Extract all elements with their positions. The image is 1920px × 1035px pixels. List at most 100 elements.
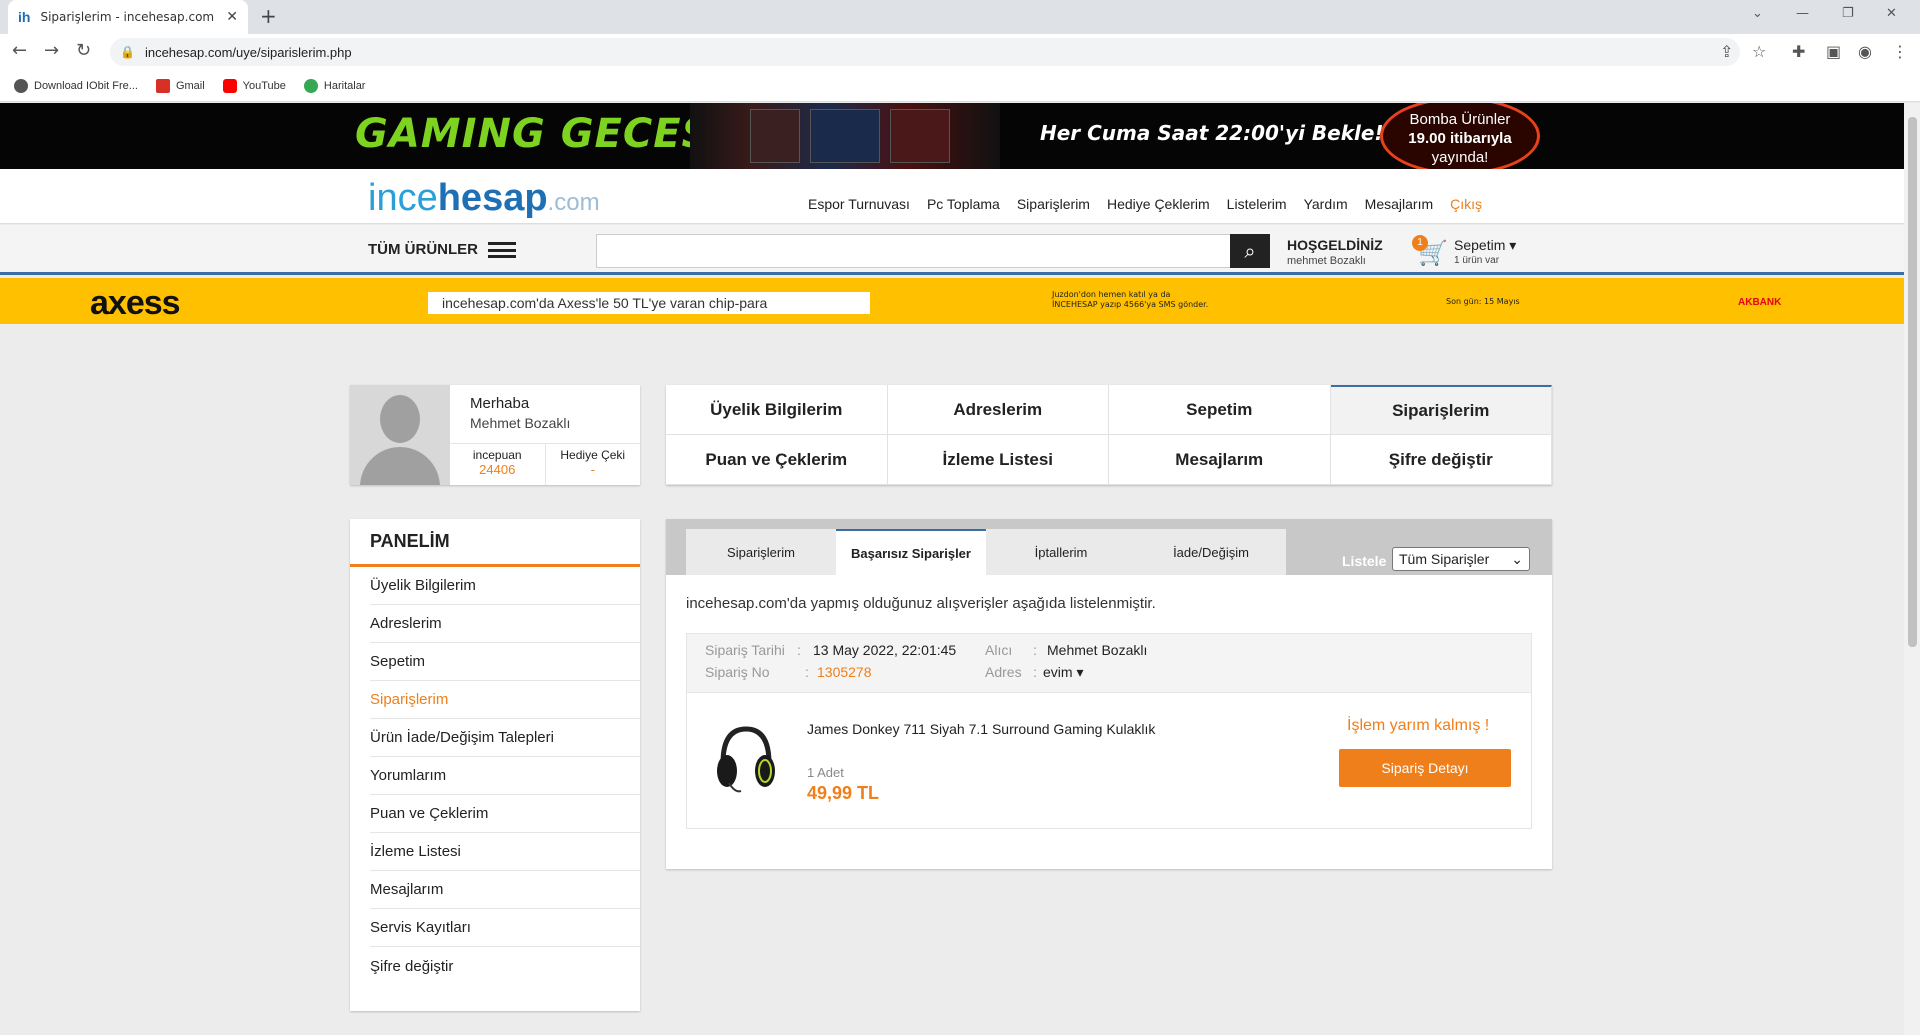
sidebar-item-adreslerim[interactable]: Adreslerim	[370, 605, 640, 643]
maps-icon	[303, 78, 318, 93]
scrollbar-thumb[interactable]	[1908, 117, 1917, 647]
site-favicon-icon: ih	[18, 9, 31, 25]
tab-search-icon[interactable]: ⌄	[1752, 6, 1763, 21]
profile-icon[interactable]: ◉	[1858, 42, 1872, 61]
gaming-monitor-image	[890, 109, 950, 163]
lock-icon: 🔒	[120, 45, 135, 59]
all-products-menu[interactable]: TÜM ÜRÜNLER	[368, 241, 516, 258]
incepuan-stat[interactable]: incepuan 24406	[450, 444, 545, 485]
forward-icon[interactable]: →	[44, 40, 59, 61]
account-link-izleme[interactable]: İzleme Listesi	[887, 435, 1109, 485]
gaming-night-banner[interactable]: GAMING GECESİ Her Cuma Saat 22:00'yi Bek…	[0, 103, 1904, 169]
bookmarks-bar: Download IObit Fre... Gmail YouTube Hari…	[0, 70, 1920, 102]
sidepanel-icon[interactable]: ▣	[1826, 42, 1841, 61]
order-detail-button[interactable]: Sipariş Detayı	[1339, 749, 1511, 787]
sidebar-item-sepetim[interactable]: Sepetim	[370, 643, 640, 681]
account-link-puan[interactable]: Puan ve Çeklerim	[666, 435, 888, 485]
cart-button[interactable]: 🛒 1 Sepetim ▾ 1 ürün var	[1412, 233, 1532, 269]
account-link-adreslerim[interactable]: Adreslerim	[887, 385, 1109, 435]
sidebar-item-sifre[interactable]: Şifre değiştir	[370, 947, 640, 985]
menu-icon[interactable]: ⋮	[1892, 42, 1908, 61]
gift-check-stat[interactable]: Hediye Çeki -	[544, 444, 641, 485]
welcome-box[interactable]: HOŞGELDİNİZ mehmet Bozaklı	[1287, 237, 1383, 267]
panel-title: PANELİM	[350, 519, 640, 567]
search-icon: ⌕	[1244, 239, 1256, 263]
bookmark-maps[interactable]: Haritalar	[303, 78, 365, 93]
axess-sms-text: Juzdon'don hemen katıl ya da İNCEHESAP ya…	[1052, 290, 1209, 309]
nav-siparislerim[interactable]: Siparişlerim	[1017, 196, 1090, 212]
search-bar-strip: TÜM ÜRÜNLER ⌕ HOŞGELDİNİZ mehmet Bozaklı…	[0, 225, 1904, 275]
sidebar-item-servis[interactable]: Servis Kayıtları	[370, 909, 640, 947]
address-bar[interactable]: 🔒 incehesap.com/uye/siparislerim.php	[110, 38, 1740, 66]
order-date: 13 May 2022, 22:01:45	[813, 642, 957, 658]
bookmark-youtube[interactable]: YouTube	[222, 78, 286, 93]
axess-last-day: Son gün: 15 Mayıs	[1446, 297, 1520, 306]
sidebar-item-yorumlarim[interactable]: Yorumlarım	[370, 757, 640, 795]
account-link-sepetim[interactable]: Sepetim	[1109, 385, 1331, 435]
new-tab-icon[interactable]: +	[260, 4, 277, 28]
gaming-banner-badge: Bomba Ürünler 19.00 itibarıyla yayında!	[1380, 103, 1540, 169]
iobit-icon	[14, 78, 28, 93]
avatar	[350, 385, 450, 485]
nav-pc-toplama[interactable]: Pc Toplama	[927, 196, 1000, 212]
account-link-siparislerim[interactable]: Siparişlerim	[1330, 385, 1552, 435]
page-scrollbar[interactable]	[1904, 103, 1920, 1035]
sidebar-item-izleme[interactable]: İzleme Listesi	[370, 833, 640, 871]
account-link-uyelik[interactable]: Üyelik Bilgilerim	[666, 385, 888, 435]
profile-name: Mehmet Bozaklı	[470, 415, 571, 431]
headset-product-image[interactable]	[711, 719, 781, 799]
account-link-sifre[interactable]: Şifre değiştir	[1330, 435, 1552, 485]
sidebar-item-uyelik[interactable]: Üyelik Bilgilerim	[370, 567, 640, 605]
gaming-banner-tagline: Her Cuma Saat 22:00'yi Bekle!	[1040, 121, 1384, 145]
logout-link[interactable]: Çıkış	[1450, 196, 1482, 212]
profile-greeting: Merhaba	[470, 395, 530, 412]
search-input[interactable]	[596, 234, 1238, 268]
tab-siparislerim[interactable]: Siparişlerim	[686, 529, 836, 575]
sidebar-item-mesajlarim[interactable]: Mesajlarım	[370, 871, 640, 909]
sidebar-item-iade[interactable]: Ürün İade/Değişim Talepleri	[370, 719, 640, 757]
order-item: James Donkey 711 Siyah 7.1 Surround Gami…	[686, 693, 1532, 829]
minimize-icon[interactable]: —	[1796, 6, 1809, 21]
bookmark-iobit[interactable]: Download IObit Fre...	[14, 78, 138, 93]
cart-count-badge: 1	[1412, 235, 1428, 251]
site-logo[interactable]: incehesap.com	[368, 177, 600, 220]
caret-down-icon: ▾	[1076, 664, 1084, 680]
axess-offer-text: incehesap.com'da Axess'le 50 TL'ye varan…	[428, 292, 870, 314]
back-icon[interactable]: ←	[12, 40, 27, 61]
share-icon[interactable]: ⇪	[1720, 42, 1733, 61]
extensions-icon[interactable]: ✚	[1792, 42, 1805, 61]
bookmark-star-icon[interactable]: ☆	[1752, 42, 1766, 61]
restore-icon[interactable]: ❐	[1842, 6, 1854, 21]
order-number[interactable]: 1305278	[817, 664, 872, 680]
browser-tabstrip: ih Siparişlerim - incehesap.com ✕ + ⌄ — …	[0, 0, 1920, 34]
nav-yardim[interactable]: Yardım	[1304, 196, 1348, 212]
bookmark-gmail[interactable]: Gmail	[155, 78, 205, 93]
account-link-mesajlarim[interactable]: Mesajlarım	[1109, 435, 1331, 485]
order-date-label: Sipariş Tarihi	[705, 642, 785, 658]
sidebar-item-siparislerim[interactable]: Siparişlerim	[370, 681, 640, 719]
gaming-products-image	[690, 103, 1000, 169]
address-value[interactable]: evim ▾	[1043, 664, 1083, 681]
page-viewport: GAMING GECESİ Her Cuma Saat 22:00'yi Bek…	[0, 103, 1904, 1035]
product-name[interactable]: James Donkey 711 Siyah 7.1 Surround Gami…	[807, 721, 1155, 737]
tab-basarisiz-siparisler[interactable]: Başarısız Siparişler	[836, 529, 986, 575]
order-meta: Sipariş Tarihi : 13 May 2022, 22:01:45 S…	[686, 633, 1532, 693]
reload-icon[interactable]: ↻	[76, 40, 91, 61]
close-tab-icon[interactable]: ✕	[226, 9, 238, 25]
tab-title: Siparişlerim - incehesap.com	[40, 10, 215, 24]
nav-mesajlarim[interactable]: Mesajlarım	[1365, 196, 1433, 212]
tab-iade-degisim[interactable]: İade/Değişim	[1136, 529, 1286, 575]
order-filter-select[interactable]: Tüm Siparişler ⌄	[1392, 547, 1530, 571]
browser-toolbar: ← → ↻ 🔒 incehesap.com/uye/siparislerim.p…	[0, 34, 1920, 70]
tab-iptallerim[interactable]: İptallerim	[986, 529, 1136, 575]
sidebar-item-puan[interactable]: Puan ve Çeklerim	[370, 795, 640, 833]
axess-banner[interactable]: axess incehesap.com'da Axess'le 50 TL'ye…	[0, 278, 1904, 324]
nav-hediye-ceklerim[interactable]: Hediye Çeklerim	[1107, 196, 1210, 212]
browser-tab[interactable]: ih Siparişlerim - incehesap.com ✕	[8, 0, 248, 34]
nav-listelerim[interactable]: Listelerim	[1227, 196, 1287, 212]
nav-espor[interactable]: Espor Turnuvası	[808, 196, 910, 212]
close-window-icon[interactable]: ✕	[1886, 6, 1897, 21]
search-button[interactable]: ⌕	[1230, 234, 1270, 268]
cart-sub: 1 ürün var	[1454, 255, 1500, 266]
product-price: 49,99 TL	[807, 783, 880, 803]
